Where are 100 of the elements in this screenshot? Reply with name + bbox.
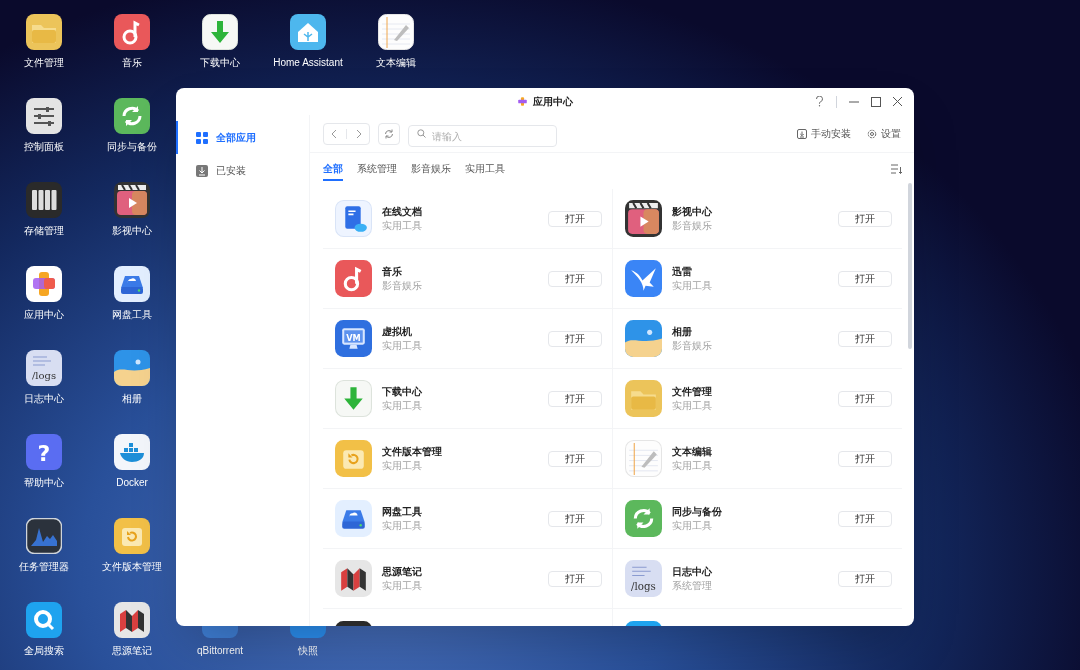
open-button[interactable]: 打开: [838, 270, 892, 287]
app-blocks-icon: [517, 96, 528, 107]
version-folder-icon: [335, 440, 372, 477]
app-category: 实用工具: [671, 279, 713, 292]
desktop-shortcut[interactable]: 文件版本管理: [102, 518, 162, 573]
cloud-drive-icon: [114, 266, 150, 302]
desktop-shortcut[interactable]: 控制面板: [24, 98, 64, 153]
desktop-shortcut[interactable]: 影视中心: [112, 182, 152, 237]
app-category: 系统管理: [671, 579, 713, 592]
search-icon: [417, 129, 426, 138]
desktop-shortcut[interactable]: 网盘工具: [112, 266, 152, 321]
install-icon: [797, 128, 807, 139]
drive-bays-icon: [26, 182, 62, 218]
grid-icon: [196, 131, 208, 144]
category-tab[interactable]: 系统管理: [357, 161, 397, 181]
app-category: 实用工具: [382, 399, 423, 412]
category-tab[interactable]: 全部: [323, 161, 343, 181]
refresh-button[interactable]: [378, 122, 400, 145]
desktop-shortcut[interactable]: 音乐: [114, 14, 150, 69]
open-button[interactable]: 打开: [547, 570, 602, 587]
open-button[interactable]: 打开: [838, 210, 892, 227]
app-category: 实用工具: [382, 219, 423, 232]
desktop-shortcut[interactable]: 存储管理: [24, 182, 64, 237]
app-category: 实用工具: [382, 459, 423, 472]
monitor-icon: VM: [335, 320, 372, 357]
sidebar-item[interactable]: 已安装: [176, 154, 309, 187]
desktop-shortcut[interactable]: /logs 日志中心: [24, 350, 64, 405]
notepad-icon: [624, 440, 662, 477]
maximize-icon[interactable]: [871, 96, 881, 107]
desktop-shortcut[interactable]: 全局搜索: [24, 602, 64, 657]
app-name: 文本编辑: [671, 445, 713, 458]
help-icon[interactable]: [815, 96, 824, 107]
sliders-icon: [26, 98, 62, 134]
desktop-shortcut[interactable]: 相册: [114, 350, 150, 405]
app-category: 实用工具: [671, 399, 713, 412]
open-button[interactable]: 打开: [838, 330, 892, 347]
settings-icon: [867, 128, 877, 139]
download-box-icon: [196, 164, 208, 177]
app-name: 网盘工具: [382, 505, 423, 518]
scrollbar-thumb[interactable]: [908, 183, 912, 349]
log-file-icon: /logs: [26, 350, 62, 386]
app-name: 相册: [671, 325, 693, 338]
landscape-photo-icon: [624, 320, 662, 357]
folder-icon: [624, 380, 662, 417]
desktop-shortcut[interactable]: Docker: [114, 434, 150, 489]
open-button[interactable]: 打开: [547, 210, 602, 227]
search-field[interactable]: 请输入: [408, 125, 557, 147]
app-name: 思源笔记: [382, 565, 423, 578]
search-icon: [26, 602, 62, 638]
app-name: 虚拟机: [382, 325, 413, 338]
sync-arrows-icon: [624, 500, 662, 537]
cloud-drive-icon: [335, 500, 372, 537]
app-name: 影视中心: [671, 205, 713, 218]
desktop-shortcut[interactable]: 应用中心: [24, 266, 64, 321]
bird-icon: [624, 260, 662, 297]
toolbar-action[interactable]: 手动安装: [797, 126, 851, 141]
open-button[interactable]: 打开: [838, 570, 892, 587]
open-button[interactable]: 打开: [547, 390, 602, 407]
app-category: 实用工具: [382, 519, 423, 532]
open-button[interactable]: 打开: [547, 270, 602, 287]
folded-m-icon: [335, 560, 372, 597]
app-name: 文件版本管理: [382, 445, 443, 458]
app-name: 在线文档: [382, 205, 423, 218]
refresh-icon: [384, 128, 394, 139]
desktop-shortcut[interactable]: 任务管理器: [19, 518, 69, 573]
open-button[interactable]: 打开: [547, 330, 602, 347]
desktop-shortcut[interactable]: 思源笔记: [112, 602, 152, 657]
music-note-icon: [114, 14, 150, 50]
open-button[interactable]: 打开: [547, 510, 602, 527]
open-button[interactable]: 打开: [838, 390, 892, 407]
notepad-icon: [378, 14, 414, 50]
desktop-shortcut[interactable]: Home Assistant: [273, 14, 343, 69]
toolbar-action[interactable]: 设置: [867, 126, 901, 141]
app-category: 影音娱乐: [671, 219, 713, 232]
log-file-icon: /logs: [624, 560, 662, 597]
app-category: 影音娱乐: [382, 279, 423, 292]
category-tab[interactable]: 实用工具: [465, 161, 505, 181]
cloud-document-icon: [335, 200, 372, 237]
activity-graph-icon: [26, 518, 62, 554]
landscape-photo-icon: [114, 350, 150, 386]
open-button[interactable]: 打开: [838, 510, 892, 527]
sidebar-item[interactable]: 全部应用: [176, 121, 309, 154]
desktop-shortcut[interactable]: 文件管理: [24, 14, 64, 69]
app-category: 实用工具: [382, 579, 423, 592]
sync-arrows-icon: [114, 98, 150, 134]
open-button[interactable]: 打开: [838, 450, 892, 467]
desktop-shortcut[interactable]: ? 帮助中心: [24, 434, 64, 489]
desktop-shortcut[interactable]: 同步与备份: [107, 98, 157, 153]
whale-containers-icon: [114, 434, 150, 470]
version-folder-icon: [114, 518, 150, 554]
desktop-shortcut[interactable]: 下载中心: [200, 14, 240, 69]
app-name: 音乐: [382, 265, 403, 278]
desktop-shortcut[interactable]: 文本编辑: [376, 14, 416, 69]
category-tab[interactable]: 影音娱乐: [411, 161, 451, 181]
close-icon[interactable]: [893, 97, 902, 106]
app-name: 下载中心: [382, 385, 423, 398]
open-button[interactable]: 打开: [547, 450, 602, 467]
app-name: 文件管理: [671, 385, 713, 398]
sort-list-icon[interactable]: [891, 164, 902, 174]
folder-icon: [26, 14, 62, 50]
